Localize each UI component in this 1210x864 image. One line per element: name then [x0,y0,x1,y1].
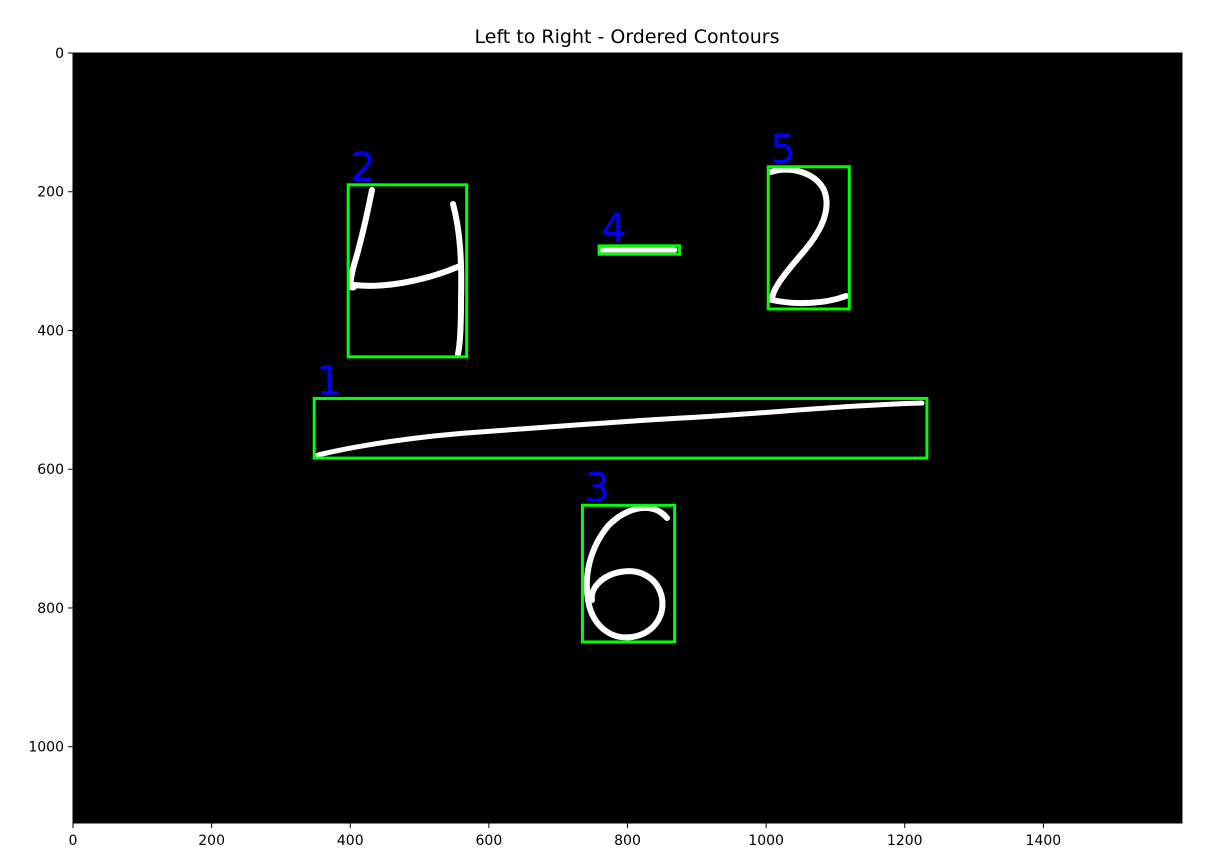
image-panel [73,53,1182,823]
x-tick-label: 0 [69,833,78,849]
figure-title: Left to Right - Ordered Contours [475,26,780,48]
x-tick-label: 200 [198,833,225,849]
y-tick-label: 800 [37,601,64,617]
figure: Left to Right - Ordered Contours 1 2 3 4 5 0… [28,26,1183,849]
x-tick-label: 800 [614,833,641,849]
x-tick-label: 1400 [1026,833,1062,849]
y-tick-label: 1000 [28,740,64,756]
contour-label-5: 5 [770,127,795,173]
x-tick-label: 600 [476,833,503,849]
x-axis: 0 200 400 600 800 1000 1200 1400 [69,823,1062,849]
y-tick-label: 400 [37,323,64,339]
x-tick-label: 1200 [887,833,923,849]
x-tick-label: 1000 [748,833,784,849]
y-tick-label: 200 [37,185,64,201]
y-axis: 0 200 400 600 800 1000 [28,46,73,756]
y-tick-label: 0 [55,46,64,62]
contour-label-1: 1 [316,358,341,404]
x-tick-label: 400 [337,833,364,849]
y-tick-label: 600 [37,462,64,478]
contour-label-3: 3 [584,465,609,511]
contour-label-4: 4 [601,206,626,252]
contour-label-2: 2 [350,145,375,191]
